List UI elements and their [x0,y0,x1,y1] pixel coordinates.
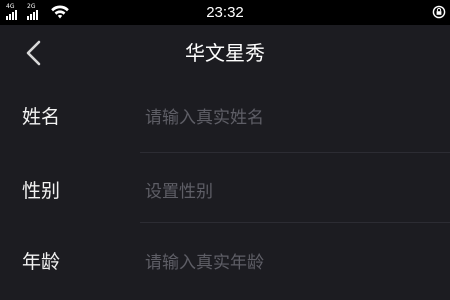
name-input[interactable] [145,105,435,131]
page-title: 华文星秀 [185,41,265,65]
age-label: 年龄 [22,251,61,273]
name-row: 姓名 [0,82,450,151]
gender-label: 性别 [22,180,61,202]
gender-select[interactable]: 设置性别 [145,180,213,204]
age-row: 年龄 [0,223,450,292]
status-bar: 4G 2G 23:32 [0,0,450,25]
status-time: 23:32 [206,4,244,21]
nav-bar: 华文星秀 [0,25,450,82]
gender-row[interactable]: 性别 设置性别 [0,153,450,222]
age-input[interactable] [145,250,435,276]
name-label: 姓名 [22,106,61,128]
lock-rotation-icon [432,5,446,19]
profile-form-screen: 4G 2G 23:32 华文星秀 姓名 请输入真实姓名 性别 设置性别 年龄 请… [0,0,450,300]
